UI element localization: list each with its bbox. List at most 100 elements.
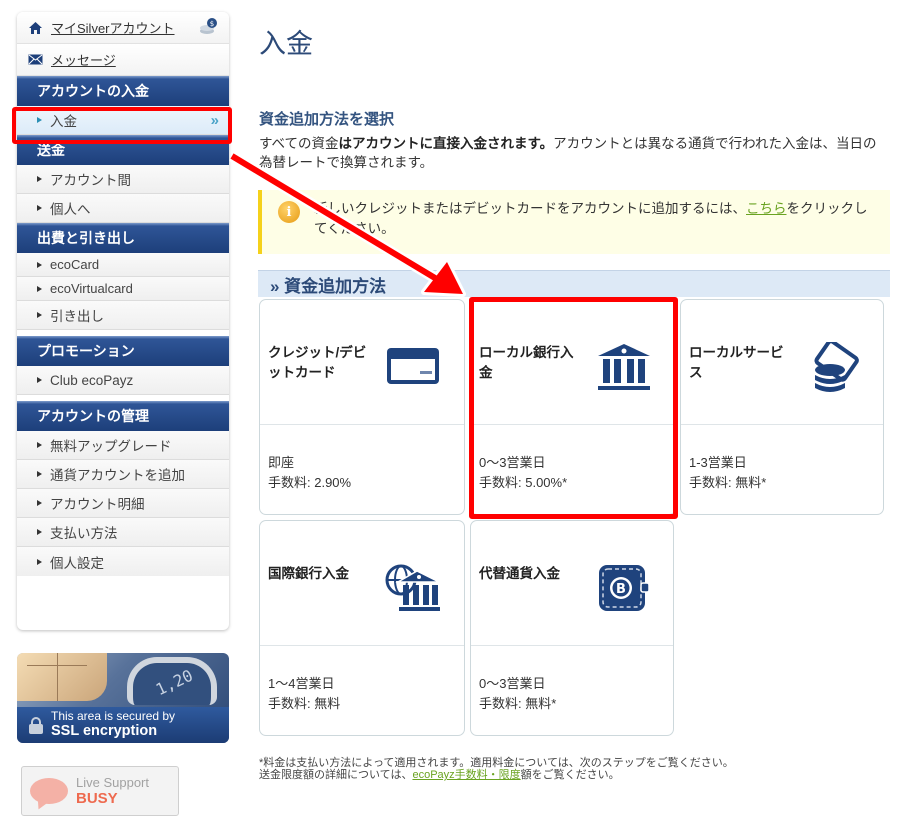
footnote-line2-after: 額をご覧ください。 xyxy=(520,769,620,781)
card-digits: 1,20 xyxy=(152,665,196,700)
footnote-line1: *料金は支払い方法によって適用されます。適用料金については、次のステップをご覧く… xyxy=(259,757,734,769)
sidebar-item-label: 個人設定 xyxy=(50,555,104,571)
sidebar-item-between-accounts[interactable]: アカウント間 xyxy=(17,165,229,194)
global-bank-icon xyxy=(384,563,442,613)
sidebar-item-free-upgrade[interactable]: 無料アップグレード xyxy=(17,431,229,460)
sidebar-item-withdraw[interactable]: 引き出し xyxy=(17,301,229,330)
section-spend-withdraw-header: 出費と引き出し xyxy=(17,223,229,253)
bullet-icon xyxy=(37,377,42,383)
bullet-icon xyxy=(37,176,42,182)
sidebar-item-to-individual[interactable]: 個人へ xyxy=(17,194,229,223)
sidebar-item-label: ecoVirtualcard xyxy=(50,281,133,296)
card-chip-image xyxy=(17,653,107,701)
envelope-icon xyxy=(27,53,43,67)
method-fee: 手数料: 2.90% xyxy=(268,475,352,490)
info-notice: i 新しいクレジットまたはデビットカードをアカウントに追加するには、こちらをクリ… xyxy=(258,190,890,254)
sidebar-item-add-currency-account[interactable]: 通貨アカウントを追加 xyxy=(17,460,229,489)
bullet-icon xyxy=(37,471,42,477)
fee-footnote: *料金は支払い方法によって適用されます。適用料金については、次のステップをご覧く… xyxy=(259,757,734,781)
method-time: 即座 xyxy=(268,455,295,470)
sidebar-item-ecovirtualcard[interactable]: ecoVirtualcard xyxy=(17,277,229,301)
method-title: 国際銀行入金 xyxy=(268,566,349,581)
intro-text: すべての資金はアカウントに直接入金されます。アカウントとは異なる通貨で行われた入… xyxy=(259,134,889,172)
live-support-button[interactable]: Live Support BUSY xyxy=(21,766,179,816)
intro-part1: すべての資金 xyxy=(259,136,339,151)
coins-icon: $ xyxy=(199,17,219,38)
method-time: 0〜3営業日 xyxy=(479,455,546,470)
method-time: 1〜4営業日 xyxy=(268,676,335,691)
bullet-icon xyxy=(37,558,42,565)
messages-link[interactable]: メッセージ xyxy=(17,44,229,76)
sidebar-item-deposit[interactable]: 入金 » xyxy=(17,106,229,135)
bullet-icon xyxy=(37,261,42,268)
footnote-line2: 送金限度額の詳細については、ecoPayz手数料・限度額をご覧ください。 xyxy=(259,769,734,781)
method-card-alternative-currency[interactable]: 代替通貨入金 B 0〜3営業日 手数料: 無料* xyxy=(470,520,674,736)
info-text-before: 新しいクレジットまたはデビットカードをアカウントに追加するには、 xyxy=(314,201,746,216)
method-card-international-bank[interactable]: 国際銀行入金 1〜4営業日 手数料: 無料 xyxy=(259,520,465,736)
my-account-label: マイSilverアカウント xyxy=(51,21,175,36)
info-text: 新しいクレジットまたはデビットカードをアカウントに追加するには、こちらをクリック… xyxy=(314,199,878,239)
method-time: 1-3営業日 xyxy=(689,455,747,470)
lock-image: 1,20 xyxy=(127,657,217,705)
credit-card-icon xyxy=(384,342,442,392)
sidebar-item-payment-methods[interactable]: 支払い方法 xyxy=(17,518,229,547)
bitcoin-wallet-icon: B xyxy=(593,563,651,613)
sidebar-item-label: 入金 xyxy=(50,114,77,129)
section-account-management-header: アカウントの管理 xyxy=(17,401,229,431)
bullet-icon xyxy=(37,285,42,292)
page-title: 入金 xyxy=(259,29,313,59)
sidebar-item-label: 通貨アカウントを追加 xyxy=(50,468,185,483)
bullet-icon xyxy=(37,442,42,448)
ssl-security-banner: 1,20 This area is secured by SSL encrypt… xyxy=(17,653,229,743)
double-chevron-right-icon: » xyxy=(210,111,219,129)
live-support-label: Live Support xyxy=(76,775,149,790)
method-card-local-bank[interactable]: ローカル銀行入金 0〜3営業日 手数料: 5.00%* xyxy=(470,299,676,515)
method-fee: 手数料: 5.00%* xyxy=(479,475,568,490)
method-fee: 手数料: 無料* xyxy=(479,696,557,711)
padlock-icon xyxy=(29,717,43,734)
sidebar-item-label: ecoCard xyxy=(50,257,100,272)
sidebar-item-label: Club ecoPayz xyxy=(50,372,134,388)
method-title: 代替通貨入金 xyxy=(479,566,560,581)
method-title: ローカル銀行入金 xyxy=(479,345,574,380)
sidebar-item-ecocard[interactable]: ecoCard xyxy=(17,253,229,277)
section-deposit-header: アカウントの入金 xyxy=(17,76,229,106)
sidebar-item-personal-settings[interactable]: 個人設定 xyxy=(17,547,229,576)
footnote-line2-before: 送金限度額の詳細については、 xyxy=(259,769,413,781)
bullet-icon xyxy=(37,500,42,506)
sidebar-item-label: アカウント明細 xyxy=(50,497,145,512)
bullet-icon xyxy=(37,117,42,123)
sidebar-item-label: アカウント間 xyxy=(50,173,131,188)
section-subheading: 資金追加方法を選択 xyxy=(259,111,395,128)
bullet-icon xyxy=(37,205,42,211)
sidebar-nav: マイSilverアカウント $ メッセージ アカウントの入金 入金 » 送金 ア… xyxy=(17,12,229,630)
svg-text:$: $ xyxy=(210,20,214,28)
sidebar-item-label: 引き出し xyxy=(50,309,104,324)
sidebar-item-label: 個人へ xyxy=(50,202,91,217)
svg-text:B: B xyxy=(616,582,626,597)
sidebar-item-label: 支払い方法 xyxy=(50,526,118,541)
info-icon: i xyxy=(278,201,300,223)
method-time: 0〜3営業日 xyxy=(479,676,546,691)
fees-limits-link[interactable]: ecoPayz手数料・限度 xyxy=(412,769,520,781)
ssl-band: This area is secured by SSL encryption xyxy=(17,707,229,743)
my-account-link[interactable]: マイSilverアカウント $ xyxy=(17,12,229,44)
sidebar-item-label: 無料アップグレード xyxy=(50,439,172,454)
method-card-credit-debit[interactable]: クレジット/デビットカード 即座 手数料: 2.90% xyxy=(259,299,465,515)
method-fee: 手数料: 無料* xyxy=(689,475,767,490)
chat-bubble-icon xyxy=(30,778,68,804)
cash-coins-icon xyxy=(803,339,861,392)
section-promotion-header: プロモーション xyxy=(17,336,229,366)
methods-heading: » 資金追加方法 xyxy=(258,270,890,297)
add-card-link[interactable]: こちら xyxy=(746,201,787,216)
sidebar-item-account-statement[interactable]: アカウント明細 xyxy=(17,489,229,518)
method-fee: 手数料: 無料 xyxy=(268,696,341,711)
bullet-icon xyxy=(37,529,42,535)
ssl-line1: This area is secured by xyxy=(51,709,176,724)
intro-bold: はアカウントに直接入金されます。 xyxy=(338,136,554,151)
live-support-status: BUSY xyxy=(76,790,118,807)
sidebar-item-club-ecopayz[interactable]: Club ecoPayz xyxy=(17,366,229,395)
messages-label: メッセージ xyxy=(51,53,116,68)
bank-icon xyxy=(595,342,653,392)
method-card-local-service[interactable]: ローカルサービス 1-3営業日 手数料: 無料* xyxy=(680,299,884,515)
